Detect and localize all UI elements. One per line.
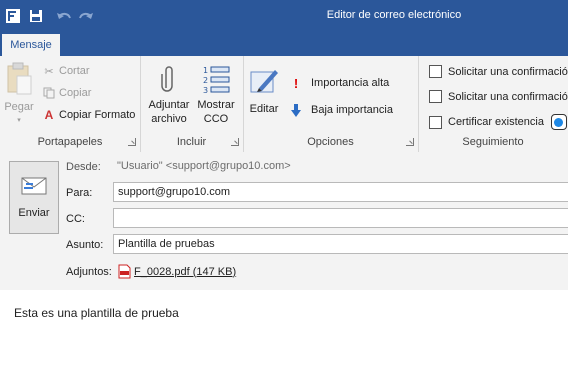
- read-receipt-checkbox[interactable]: Solicitar una confirmació: [429, 90, 568, 103]
- copy-icon: [42, 86, 56, 100]
- tab-mensaje[interactable]: Mensaje: [2, 34, 60, 56]
- paste-label: Pegar: [4, 101, 34, 113]
- format-painter-button[interactable]: A Copiar Formato: [42, 108, 136, 122]
- svg-text:2: 2: [203, 76, 208, 85]
- dialog-launcher-icon[interactable]: [128, 138, 136, 146]
- pdf-icon: [118, 264, 131, 279]
- certify-existence-label: Certificar existencia: [448, 116, 544, 128]
- scissors-icon: ✂: [44, 65, 54, 78]
- envelope-icon: [21, 177, 47, 194]
- to-field[interactable]: support@grupo10.com: [113, 182, 568, 202]
- send-button[interactable]: Enviar: [9, 161, 59, 234]
- ribbon: Pegar ▾ ✂ Cortar Copiar A Copiar Formato…: [0, 56, 568, 153]
- dialog-launcher-icon[interactable]: [231, 138, 239, 146]
- show-bcc-label-1: Mostrar: [197, 99, 235, 111]
- delivery-receipt-checkbox[interactable]: Solicitar una confirmació: [429, 65, 568, 78]
- group-label-portapapeles: Portapapeles: [37, 136, 103, 148]
- show-bcc-button[interactable]: 1 2 3 Mostrar CCO: [195, 64, 237, 126]
- copy-label: Copiar: [59, 87, 92, 99]
- checkbox-box[interactable]: [429, 90, 442, 103]
- read-receipt-label: Solicitar una confirmació: [448, 90, 568, 103]
- ribbon-tab-strip: Mensaje: [0, 32, 568, 56]
- copy-button[interactable]: Copiar: [42, 86, 91, 100]
- delivery-receipt-label: Solicitar una confirmació: [448, 65, 568, 78]
- cut-label: Cortar: [59, 65, 90, 77]
- group-label-seguimiento: Seguimiento: [462, 136, 524, 148]
- low-importance-button[interactable]: Baja importancia: [289, 103, 393, 117]
- paperclip-icon: [161, 66, 173, 92]
- show-bcc-label-2: CCO: [203, 113, 229, 125]
- high-importance-button[interactable]: ! Importancia alta: [289, 75, 390, 91]
- dialog-launcher-icon[interactable]: [406, 138, 414, 146]
- from-label: Desde:: [66, 161, 101, 173]
- attach-label-2: archivo: [151, 113, 187, 125]
- subject-label: Asunto:: [66, 239, 104, 251]
- attachment-item[interactable]: F_0028.pdf (147 KB): [118, 264, 236, 279]
- attach-file-button[interactable]: Adjuntar archivo: [146, 64, 192, 126]
- certify-existence-checkbox[interactable]: Certificar existencia: [429, 114, 567, 130]
- format-painter-icon: A: [44, 108, 54, 122]
- cut-button[interactable]: ✂ Cortar: [42, 64, 90, 78]
- window-title: Editor de correo electrónico: [326, 9, 462, 21]
- group-label-opciones: Opciones: [307, 136, 354, 148]
- checkbox-box[interactable]: [429, 115, 442, 129]
- edit-label: Editar: [249, 103, 279, 115]
- attachments-label: Adjuntos:: [66, 266, 112, 278]
- svg-text:1: 1: [203, 66, 208, 75]
- group-opciones: Editar ! Importancia alta Baja importanc…: [243, 56, 419, 152]
- attachment-link[interactable]: F_0028.pdf (147 KB): [134, 266, 236, 278]
- exclamation-icon: !: [293, 75, 299, 91]
- send-label: Enviar: [18, 206, 50, 219]
- toggle-icon[interactable]: [550, 114, 567, 130]
- message-body[interactable]: Esta es una plantilla de prueba: [14, 306, 179, 320]
- group-seguimiento: Solicitar una confirmació Solicitar una …: [418, 56, 568, 152]
- subject-field[interactable]: Plantilla de pruebas: [113, 234, 568, 254]
- attach-label-1: Adjuntar: [148, 99, 190, 111]
- checkbox-box[interactable]: [429, 65, 442, 78]
- group-label-incluir: Incluir: [176, 136, 207, 148]
- to-label: Para:: [66, 187, 93, 199]
- high-importance-label: Importancia alta: [311, 77, 390, 89]
- svg-text:3: 3: [203, 86, 208, 94]
- from-field: "Usuario" <support@grupo10.com>: [117, 160, 291, 172]
- title-bar: Editor de correo electrónico: [0, 0, 568, 32]
- group-portapapeles: Pegar ▾ ✂ Cortar Copiar A Copiar Formato…: [0, 56, 141, 152]
- clipboard-icon: [7, 62, 32, 95]
- compose-header: Enviar Desde: "Usuario" <support@grupo10…: [0, 152, 568, 290]
- paste-button[interactable]: Pegar ▾: [4, 62, 34, 128]
- group-incluir: Adjuntar archivo 1 2 3 Mostrar CCO Inclu…: [140, 56, 244, 152]
- format-painter-label: Copiar Formato: [59, 109, 136, 121]
- arrow-down-icon: [289, 103, 303, 117]
- cc-field[interactable]: [113, 208, 568, 228]
- edit-button[interactable]: Editar: [247, 66, 281, 116]
- cc-label: CC:: [66, 213, 85, 225]
- numbered-list-icon: 1 2 3: [203, 66, 230, 94]
- low-importance-label: Baja importancia: [311, 104, 393, 116]
- edit-pen-icon: [250, 70, 278, 93]
